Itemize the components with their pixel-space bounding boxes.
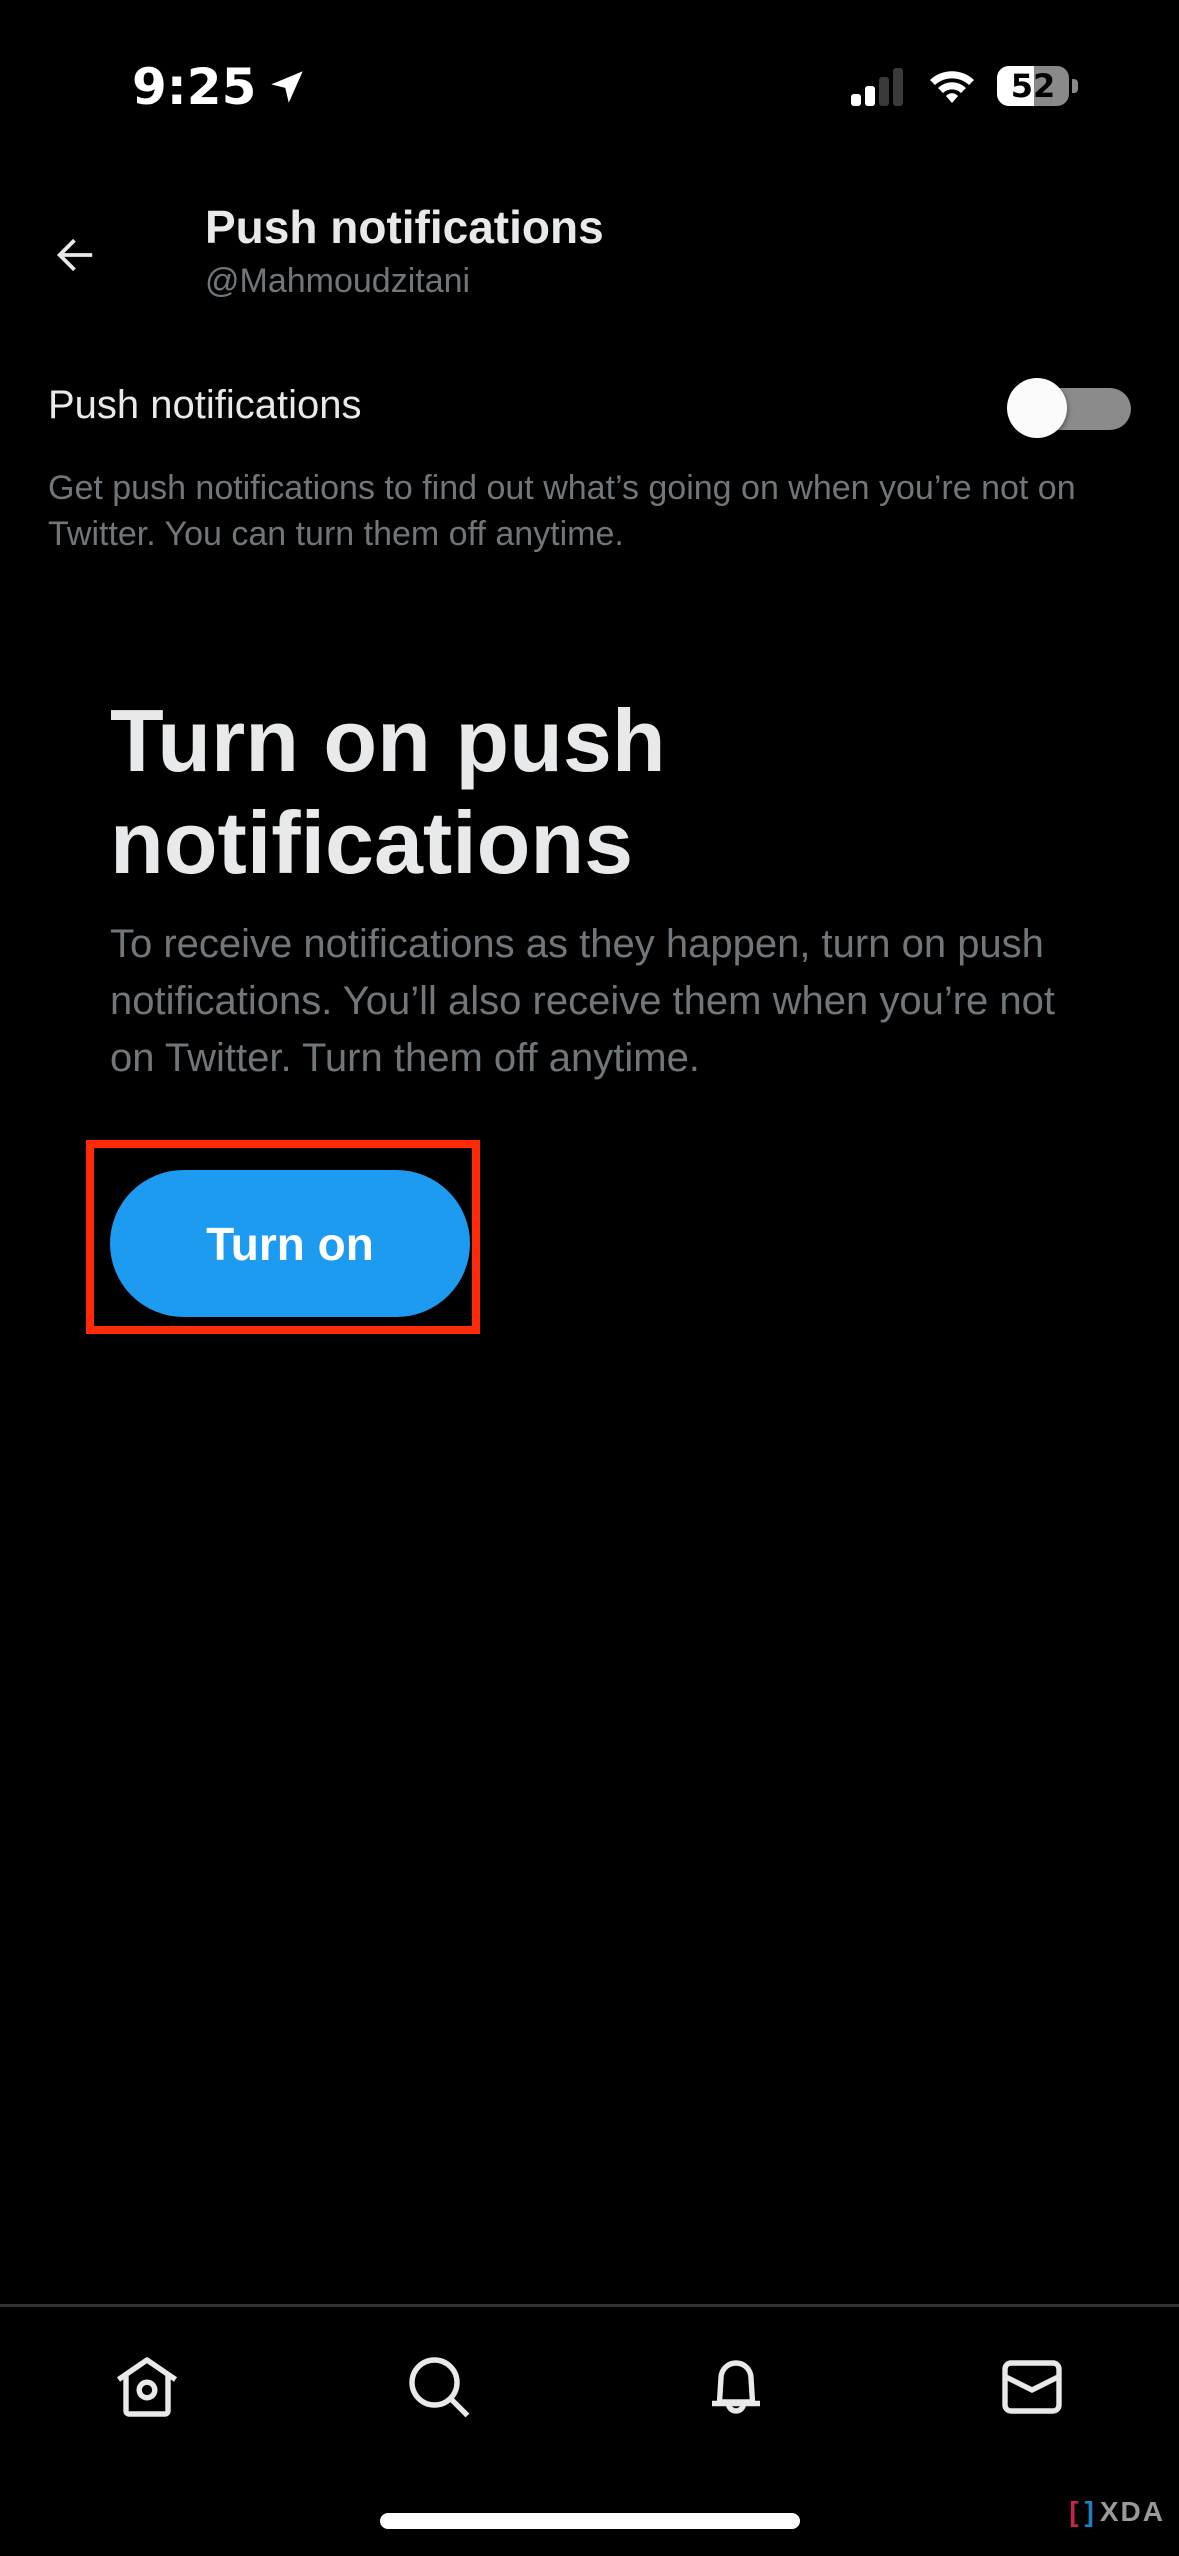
push-notifications-toggle[interactable] bbox=[1007, 370, 1131, 440]
battery-level-text: 52 bbox=[1010, 67, 1056, 105]
status-bar: 9:25 52 bbox=[0, 0, 1179, 170]
account-handle: @Mahmoudzitani bbox=[205, 262, 471, 300]
setting-label: Push notifications bbox=[48, 382, 362, 427]
battery-body: 52 bbox=[997, 66, 1069, 106]
bottom-nav bbox=[0, 2307, 1179, 2447]
watermark-bracket-left-icon: [ bbox=[1069, 2496, 1081, 2527]
arrow-left-icon bbox=[56, 238, 93, 272]
home-icon bbox=[116, 2357, 178, 2417]
toggle-knob bbox=[1007, 378, 1067, 438]
cellular-signal-icon bbox=[851, 68, 903, 106]
prompt-title: Turn on push notifications bbox=[110, 691, 666, 892]
search-icon bbox=[409, 2357, 470, 2418]
page-title: Push notifications bbox=[205, 201, 604, 253]
wifi-icon bbox=[930, 71, 974, 103]
setting-description: Get push notifications to find out what’… bbox=[48, 469, 1076, 553]
push-notifications-setting: Push notifications bbox=[48, 365, 1131, 445]
status-time: 9:25 bbox=[132, 58, 308, 116]
battery-nub bbox=[1072, 79, 1078, 93]
nav-messages[interactable] bbox=[992, 2347, 1072, 2427]
watermark-bracket-right-icon: ] bbox=[1084, 2496, 1096, 2527]
envelope-icon bbox=[1002, 2360, 1062, 2414]
turn-on-button[interactable]: Turn on bbox=[110, 1170, 470, 1317]
location-arrow-icon bbox=[271, 71, 304, 103]
xda-watermark: [] XDA bbox=[1069, 2496, 1165, 2528]
turn-on-prompt: Turn on push notifications To receive no… bbox=[110, 690, 1099, 1087]
back-button[interactable] bbox=[40, 220, 110, 290]
home-indicator[interactable] bbox=[380, 2513, 800, 2529]
prompt-body: To receive notifications as they happen,… bbox=[110, 922, 1055, 1080]
nav-home[interactable] bbox=[107, 2347, 187, 2427]
header: Push notifications @Mahmoudzitani bbox=[0, 190, 1179, 320]
clock-text: 9:25 bbox=[132, 58, 257, 116]
status-icons: 52 bbox=[849, 66, 1079, 106]
nav-search[interactable] bbox=[399, 2347, 479, 2427]
watermark-text: XDA bbox=[1099, 2496, 1165, 2527]
battery-icon: 52 bbox=[997, 66, 1079, 106]
nav-notifications[interactable] bbox=[696, 2347, 776, 2427]
bell-icon bbox=[712, 2360, 760, 2414]
